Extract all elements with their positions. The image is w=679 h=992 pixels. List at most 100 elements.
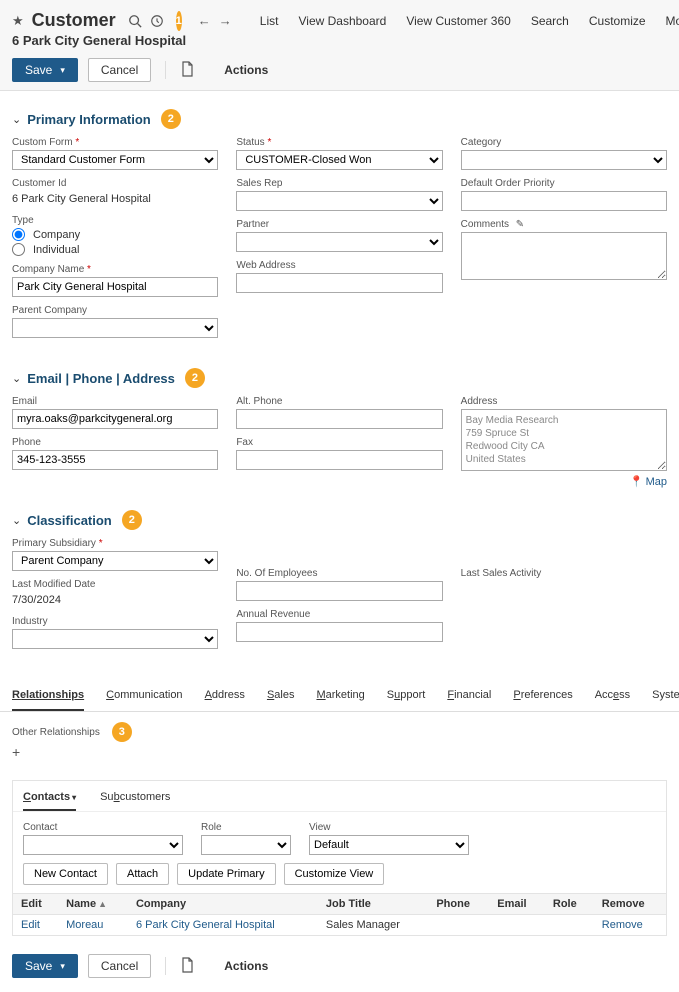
view-select[interactable]: Default [309, 835, 469, 855]
status-select[interactable]: CUSTOMER-Closed Won [236, 150, 442, 170]
nav-more[interactable]: More [666, 14, 679, 28]
cancel-button-bottom[interactable]: Cancel [88, 954, 151, 978]
tab-support[interactable]: Support [387, 681, 426, 711]
category-select[interactable] [461, 150, 667, 170]
chevron-down-icon[interactable]: ▾ [72, 793, 76, 802]
tab-sales[interactable]: Sales [267, 681, 295, 711]
attach-button[interactable]: Attach [116, 863, 169, 885]
label-phone: Phone [12, 437, 218, 448]
sales-rep-select[interactable] [236, 191, 442, 211]
nav-list[interactable]: List [260, 14, 279, 28]
back-icon[interactable]: ← [198, 13, 211, 29]
add-relationship-icon[interactable]: + [12, 744, 20, 760]
col-remove[interactable]: Remove [594, 894, 666, 915]
section-title-classification: Classification [27, 513, 112, 528]
history-icon[interactable] [150, 13, 164, 29]
col-edit[interactable]: Edit [13, 894, 58, 915]
cancel-button-top[interactable]: Cancel [88, 58, 151, 82]
company-name-input[interactable] [12, 277, 218, 297]
alt-phone-input[interactable] [236, 409, 442, 429]
row-name-link[interactable]: Moreau [66, 919, 103, 931]
other-relationships-label: Other Relationships [12, 727, 100, 738]
annual-revenue-input[interactable] [236, 622, 442, 642]
document-icon[interactable] [180, 61, 194, 80]
callout-primary: 2 [161, 109, 181, 129]
save-caret-icon[interactable]: ▾ [60, 65, 65, 76]
label-sales-rep: Sales Rep [236, 178, 442, 189]
label-status: Status [236, 137, 442, 148]
label-custom-form: Custom Form [12, 137, 218, 148]
col-email[interactable]: Email [489, 894, 545, 915]
col-phone[interactable]: Phone [428, 894, 489, 915]
col-role[interactable]: Role [545, 894, 594, 915]
nav-customize[interactable]: Customize [589, 14, 646, 28]
save-button-top[interactable]: Save▾ [12, 58, 78, 82]
nav-search[interactable]: Search [531, 14, 569, 28]
comments-textarea[interactable] [461, 232, 667, 280]
save-caret-bottom-icon[interactable]: ▾ [60, 961, 65, 972]
pencil-icon[interactable]: ✎ [516, 219, 524, 230]
tab-preferences[interactable]: Preferences [513, 681, 572, 711]
sort-asc-icon: ▲ [98, 899, 107, 909]
col-company[interactable]: Company [128, 894, 318, 915]
row-remove-link[interactable]: Remove [602, 919, 643, 931]
tab-communication[interactable]: Communication [106, 681, 182, 711]
forward-icon[interactable]: → [219, 13, 232, 29]
collapse-classification-icon[interactable]: ⌄ [12, 514, 21, 527]
callout-classification: 2 [122, 510, 142, 530]
col-name[interactable]: Name▲ [58, 894, 128, 915]
address-box[interactable]: Bay Media Research 759 Spruce St Redwood… [461, 409, 667, 471]
label-category: Category [461, 137, 667, 148]
email-input[interactable] [12, 409, 218, 429]
customize-view-button[interactable]: Customize View [284, 863, 385, 885]
label-alt-phone: Alt. Phone [236, 396, 442, 407]
label-default-order-priority: Default Order Priority [461, 178, 667, 189]
row-phone [428, 915, 489, 936]
phone-input[interactable] [12, 450, 218, 470]
subtab-subcustomers[interactable]: Subcustomers [100, 787, 170, 811]
search-icon[interactable] [128, 13, 142, 29]
web-address-input[interactable] [236, 273, 442, 293]
map-pin-icon: 📍 [630, 475, 644, 488]
label-primary-subsidiary: Primary Subsidiary [12, 538, 218, 549]
collapse-contact-icon[interactable]: ⌄ [12, 372, 21, 385]
actions-menu-bottom[interactable]: Actions [224, 959, 268, 973]
map-link[interactable]: 📍 Map [630, 475, 667, 488]
contact-filter-select[interactable] [23, 835, 183, 855]
no-employees-input[interactable] [236, 581, 442, 601]
document-icon-bottom[interactable] [180, 957, 194, 976]
tab-address[interactable]: Address [205, 681, 245, 711]
nav-view-customer-360[interactable]: View Customer 360 [406, 14, 511, 28]
tab-access[interactable]: Access [595, 681, 630, 711]
tab-marketing[interactable]: Marketing [316, 681, 364, 711]
default-order-priority-input[interactable] [461, 191, 667, 211]
type-company-radio[interactable]: Company [12, 228, 218, 241]
tab-financial[interactable]: Financial [447, 681, 491, 711]
update-primary-button[interactable]: Update Primary [177, 863, 275, 885]
custom-form-select[interactable]: Standard Customer Form [12, 150, 218, 170]
star-icon[interactable]: ★ [12, 13, 24, 29]
subtab-contacts[interactable]: Contacts▾ [23, 787, 76, 811]
tab-system-information[interactable]: System Information [652, 681, 679, 711]
col-job-title[interactable]: Job Title [318, 894, 428, 915]
label-email: Email [12, 396, 218, 407]
parent-company-select[interactable] [12, 318, 218, 338]
row-company-link[interactable]: 6 Park City General Hospital [136, 919, 275, 931]
role-filter-select[interactable] [201, 835, 291, 855]
nav-view-dashboard[interactable]: View Dashboard [298, 14, 386, 28]
primary-subsidiary-select[interactable]: Parent Company [12, 551, 218, 571]
partner-select[interactable] [236, 232, 442, 252]
callout-1: 1 [176, 11, 182, 31]
actions-menu-top[interactable]: Actions [224, 63, 268, 77]
row-edit-link[interactable]: Edit [21, 919, 40, 931]
type-individual-radio[interactable]: Individual [12, 243, 218, 256]
save-button-bottom[interactable]: Save▾ [12, 954, 78, 978]
label-parent-company: Parent Company [12, 305, 218, 316]
new-contact-button[interactable]: New Contact [23, 863, 108, 885]
fax-input[interactable] [236, 450, 442, 470]
row-email [489, 915, 545, 936]
tab-relationships[interactable]: Relationships [12, 681, 84, 711]
collapse-primary-icon[interactable]: ⌄ [12, 113, 21, 126]
label-customer-id: Customer Id [12, 178, 218, 189]
industry-select[interactable] [12, 629, 218, 649]
